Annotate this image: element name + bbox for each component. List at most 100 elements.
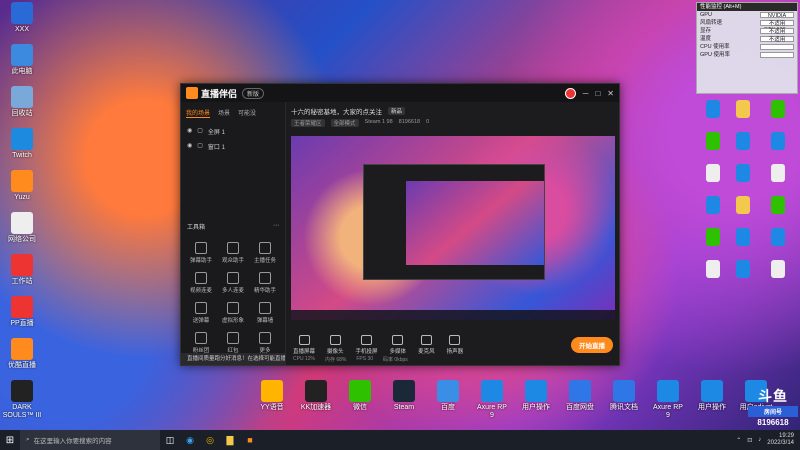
control-button[interactable]: 麦克风 (418, 335, 435, 355)
dock-icon[interactable]: 微信 (343, 380, 377, 420)
room-info-item[interactable]: 全部模式 (330, 119, 359, 127)
room-tag[interactable]: 新品 (388, 107, 406, 115)
dock-icon[interactable]: 百度网盘 (563, 380, 597, 420)
lock-icon[interactable]: ▢ (197, 127, 203, 136)
desktop-icon[interactable]: 回收站 (0, 86, 44, 118)
dock-icon[interactable]: Steam (387, 380, 421, 420)
desktop-icon[interactable]: XXX (0, 2, 44, 34)
status-item: 码率 0kbps (383, 356, 408, 363)
control-button[interactable]: 手机投屏 (356, 335, 378, 355)
control-button[interactable]: 扬声器 (447, 335, 463, 355)
file-icon[interactable] (765, 164, 791, 184)
file-icon[interactable] (700, 228, 726, 248)
tool-item[interactable]: 虚拟形象 (217, 302, 249, 324)
file-icon[interactable] (765, 132, 791, 152)
file-icon[interactable] (765, 196, 791, 216)
eye-icon[interactable]: ◉ (187, 127, 192, 136)
file-icon[interactable] (765, 100, 791, 120)
tool-item[interactable]: 观众助手 (217, 242, 249, 264)
file-icon[interactable] (730, 132, 756, 152)
tray-arrow-icon[interactable]: ⌃ (736, 437, 741, 444)
volume-icon[interactable]: ♪ (758, 437, 761, 443)
room-title[interactable]: 十六的秘密基地，大家的点关注 (291, 106, 382, 116)
start-button[interactable]: ⊞ (0, 430, 20, 450)
desktop-icon-label: PP直播 (10, 320, 34, 327)
dock-icon[interactable]: YY语音 (255, 380, 289, 420)
tool-item[interactable]: 主播任务 (249, 242, 281, 264)
file-icon[interactable] (765, 260, 791, 280)
tool-item[interactable]: 红包 (217, 332, 249, 354)
tab-2[interactable]: 可能没 (238, 108, 256, 118)
start-live-button[interactable]: 开始直播 (571, 337, 613, 353)
dock-icon[interactable]: 腾讯文档 (607, 380, 641, 420)
close-icon[interactable]: ✕ (607, 89, 614, 98)
tool-item[interactable]: 弹幕助手 (185, 242, 217, 264)
app-taskbar-icon[interactable]: ■ (240, 430, 260, 450)
search-box[interactable]: ⌕ 在这里输入你要搜索的内容 (20, 430, 160, 450)
tab-0[interactable]: 我的场景 (186, 108, 211, 118)
file-icon[interactable] (730, 196, 756, 216)
minimize-icon[interactable]: ─ (583, 89, 589, 98)
file-icon[interactable] (730, 164, 756, 184)
tool-label: 精华助手 (253, 288, 276, 294)
toolbox-more-icon[interactable]: ⋯ (273, 222, 279, 231)
tv-icon (11, 338, 33, 360)
edge-icon[interactable]: ◉ (180, 430, 200, 450)
file-icon[interactable] (700, 164, 726, 184)
maximize-icon[interactable]: □ (595, 89, 600, 98)
file-icon[interactable] (765, 228, 791, 248)
control-button[interactable]: 多媒体 (390, 335, 406, 355)
chrome-icon[interactable]: ◎ (200, 430, 220, 450)
desktop-icon[interactable]: DARK SOULS™ III (0, 380, 44, 420)
dock-icon[interactable]: Axure RP 9 (651, 380, 685, 420)
tool-item[interactable]: 多人连麦 (217, 272, 249, 294)
dock-icon[interactable]: 用户操作 (695, 380, 729, 420)
clock[interactable]: 19:29 2022/3/14 (767, 433, 794, 447)
tool-item[interactable]: 更多 (249, 332, 281, 354)
app-name: 直播伴侣 (201, 88, 238, 99)
tool-item[interactable]: 弹幕墙 (249, 302, 281, 324)
file-icon[interactable] (700, 196, 726, 216)
tool-item[interactable]: 视频连麦 (185, 272, 217, 294)
eye-icon[interactable]: ◉ (187, 142, 192, 151)
scene-item[interactable]: ◉ ▢ 窗口 1 (181, 139, 285, 154)
scene-item[interactable]: ◉ ▢ 全屏 1 (181, 124, 285, 139)
dock-icon[interactable]: KK加速器 (299, 380, 333, 420)
control-button[interactable]: 直播屏幕 (293, 335, 315, 355)
file-icon[interactable] (730, 228, 756, 248)
file-icon[interactable] (700, 132, 726, 152)
desktop-icon[interactable]: Twitch (0, 128, 44, 160)
tab-1[interactable]: 场景 (218, 108, 230, 118)
notice-bar[interactable]: 直播间质量跑分好消息！在选择可能直播间的问题时可能跑我 (181, 353, 285, 365)
desktop-icon[interactable]: Yuzu (0, 170, 44, 202)
file-icon[interactable] (730, 260, 756, 280)
version-badge[interactable]: 新版 (242, 87, 265, 99)
file-icon[interactable] (730, 100, 756, 120)
dock-icon[interactable]: 用户操作 (519, 380, 553, 420)
avatar[interactable] (564, 87, 576, 99)
desktop-icon[interactable]: 网络公司 (0, 212, 44, 244)
desktop-icon[interactable]: PP直播 (0, 296, 44, 328)
tool-item[interactable]: 精华助手 (249, 272, 281, 294)
tool-item[interactable]: 粉丝团 (185, 332, 217, 354)
task-view-icon[interactable]: ◫ (160, 430, 180, 450)
room-info-item[interactable]: 8196618 (399, 119, 420, 127)
desktop-icon[interactable]: 工作站 (0, 254, 44, 286)
file-icon[interactable] (700, 260, 726, 280)
tool-item[interactable]: 送弹幕 (185, 302, 217, 324)
stream-preview[interactable] (291, 136, 615, 320)
room-info-item[interactable]: Steam 1 98 (365, 119, 393, 127)
axure-icon (481, 380, 503, 402)
tool-label: 虚拟形象 (221, 318, 244, 324)
dock-icon[interactable]: Axure RP 9 (475, 380, 509, 420)
file-icon[interactable] (700, 100, 726, 120)
network-icon[interactable]: ⊡ (747, 437, 752, 444)
room-info-item[interactable]: 王者荣耀区 (291, 119, 325, 127)
desktop-icon[interactable]: 此电脑 (0, 44, 44, 76)
dock-icon[interactable]: 百度 (431, 380, 465, 420)
control-button[interactable]: 摄像头 (327, 335, 344, 355)
folder-icon[interactable]: ▇ (220, 430, 240, 450)
lock-icon[interactable]: ▢ (197, 142, 203, 151)
desktop-icon[interactable]: 优酷直播 (0, 338, 44, 370)
tool-label: 送弹幕 (192, 318, 210, 324)
